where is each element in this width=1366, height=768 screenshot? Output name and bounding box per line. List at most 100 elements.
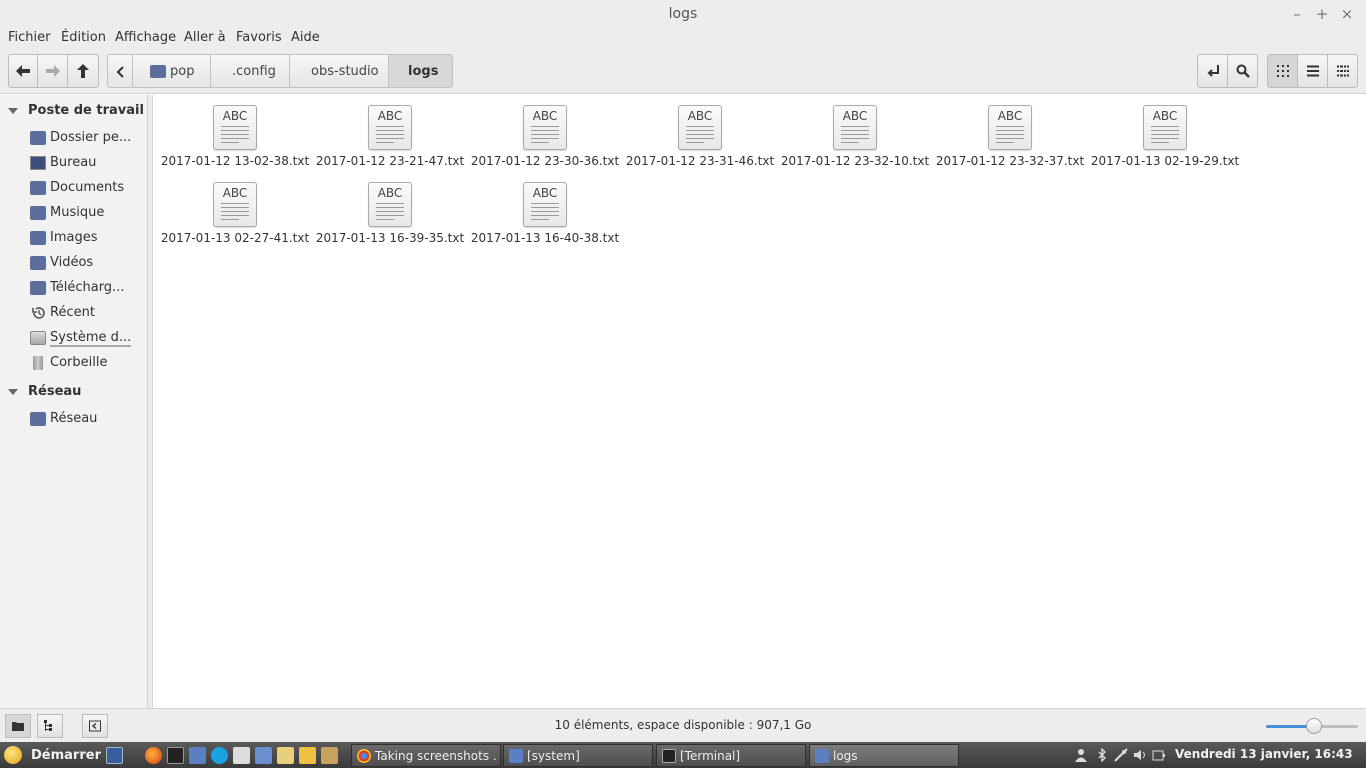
sticky-note-icon[interactable] [299,747,316,764]
task-system[interactable]: [system] [503,744,653,767]
bluetooth-icon[interactable] [1095,747,1109,763]
file-name: 2017-01-12 13-02-38.txt [160,154,310,168]
breadcrumb-pop[interactable]: pop [132,54,211,88]
terminal-icon[interactable] [167,747,184,764]
file-item[interactable]: ABC 2017-01-12 23-32-10.txt [780,97,930,169]
file-thumb-line [221,126,249,127]
search-button[interactable] [1227,54,1258,88]
file-name: 2017-01-12 23-32-37.txt [935,154,1085,168]
sidebar-item-label: Corbeille [50,355,108,370]
minimize-button[interactable]: – [1287,4,1307,24]
file-item[interactable]: ABC 2017-01-13 16-39-35.txt [315,174,465,246]
file-thumb-line [996,134,1024,135]
file-item[interactable]: ABC 2017-01-12 23-31-46.txt [625,97,775,169]
file-item[interactable]: ABC 2017-01-13 16-40-38.txt [470,174,620,246]
drive-icon [30,331,46,345]
text-file-icon: ABC [833,105,877,150]
calculator-icon[interactable] [233,747,250,764]
file-item[interactable]: ABC 2017-01-12 23-21-47.txt [315,97,465,169]
close-button[interactable]: × [1337,4,1357,24]
sidebar-item-label: Documents [50,180,125,195]
file-thumb-line [531,126,559,127]
file-thumb-text: ABC [1152,109,1178,123]
file-name: 2017-01-12 23-21-47.txt [315,154,465,168]
compact-view-button[interactable] [1327,54,1358,88]
home-folder-icon [30,131,46,145]
archive-icon[interactable] [321,747,338,764]
file-thumb-line [531,130,559,131]
show-desktop-icon[interactable] [106,747,123,764]
up-button[interactable] [67,54,99,88]
menu-bar: Fichier Édition Affichage Aller à Favori… [0,28,1366,50]
file-thumb-line [1151,130,1179,131]
file-item[interactable]: ABC 2017-01-13 02-19-29.txt [1090,97,1240,169]
menu-affichage[interactable]: Affichage [115,30,176,45]
task-terminal[interactable]: [Terminal] [656,744,806,767]
folder-icon [815,749,829,763]
notes-icon[interactable] [277,747,294,764]
file-thumb-line [221,130,249,131]
forward-button[interactable] [37,54,68,88]
battery-icon[interactable] [1152,748,1166,762]
menu-fichier[interactable]: Fichier [8,30,51,45]
sidebar-item-label: Système d... [50,330,132,347]
toolbar: pop .config obs-studio logs [0,50,1366,94]
sidebar-section-network[interactable]: Réseau [8,384,81,399]
breadcrumb-obs-studio[interactable]: obs-studio [289,54,389,88]
file-name: 2017-01-13 02-19-29.txt [1090,154,1240,168]
menu-edition[interactable]: Édition [61,30,106,45]
task-label: logs [833,749,858,763]
icon-view-button[interactable] [1267,54,1298,88]
list-view-button[interactable] [1297,54,1328,88]
network-icon[interactable] [1114,748,1128,762]
text-file-icon: ABC [988,105,1032,150]
menu-favoris[interactable]: Favoris [236,30,282,45]
sidebar-section-computer[interactable]: Poste de travail [8,103,144,118]
sidebar-item-label: Récent [50,305,95,320]
home-folder-icon [150,65,166,78]
file-thumb-line [531,215,559,216]
zoom-slider[interactable] [1266,718,1358,734]
file-thumb-line [531,134,559,135]
file-thumb-line [221,219,239,220]
file-name: 2017-01-12 23-30-36.txt [470,154,620,168]
file-item[interactable]: ABC 2017-01-13 02-27-41.txt [160,174,310,246]
firefox-icon[interactable] [145,747,162,764]
back-button[interactable] [8,54,38,88]
menu-aller-a[interactable]: Aller à [184,30,226,45]
location-icon [1207,65,1219,77]
file-name: 2017-01-13 16-40-38.txt [470,231,620,245]
file-thumb-text: ABC [997,109,1023,123]
task-chrome[interactable]: Taking screenshots ... [351,744,501,767]
breadcrumb-toggle-button[interactable] [107,54,133,88]
sidebar-item-label: Télécharg... [50,280,125,295]
volume-icon[interactable] [1133,748,1147,762]
breadcrumb-logs[interactable]: logs [388,54,453,88]
documents-folder-icon [30,181,46,195]
file-thumb-line [996,138,1024,139]
zoom-slider-handle[interactable] [1305,718,1322,734]
path-toggle-button[interactable] [1197,54,1228,88]
file-view: ABC 2017-01-12 13-02-38.txt ABC 2017-01-12 … [154,95,1366,708]
file-item[interactable]: ABC 2017-01-12 23-30-36.txt [470,97,620,169]
videos-folder-icon [30,256,46,270]
clock[interactable]: Vendredi 13 janvier, 16:43 [1175,747,1353,761]
user-icon[interactable] [1074,748,1088,762]
task-logs[interactable]: logs [809,744,959,767]
sidebar-item-label: Réseau [50,411,98,426]
text-file-icon: ABC [368,105,412,150]
file-thumb-line [531,219,549,220]
breadcrumb-config[interactable]: .config [210,54,290,88]
file-thumb-line [686,138,714,139]
menu-aide[interactable]: Aide [291,30,320,45]
file-thumb-line [531,203,559,204]
folder-icon [509,749,523,763]
skype-icon[interactable] [211,747,228,764]
maximize-button[interactable]: + [1312,4,1332,24]
anchor-icon[interactable] [255,747,272,764]
file-item[interactable]: ABC 2017-01-12 23-32-37.txt [935,97,1085,169]
files-icon[interactable] [189,747,206,764]
sidebar-resize-handle[interactable] [148,95,153,708]
file-thumb-line [376,142,394,143]
file-item[interactable]: ABC 2017-01-12 13-02-38.txt [160,97,310,169]
